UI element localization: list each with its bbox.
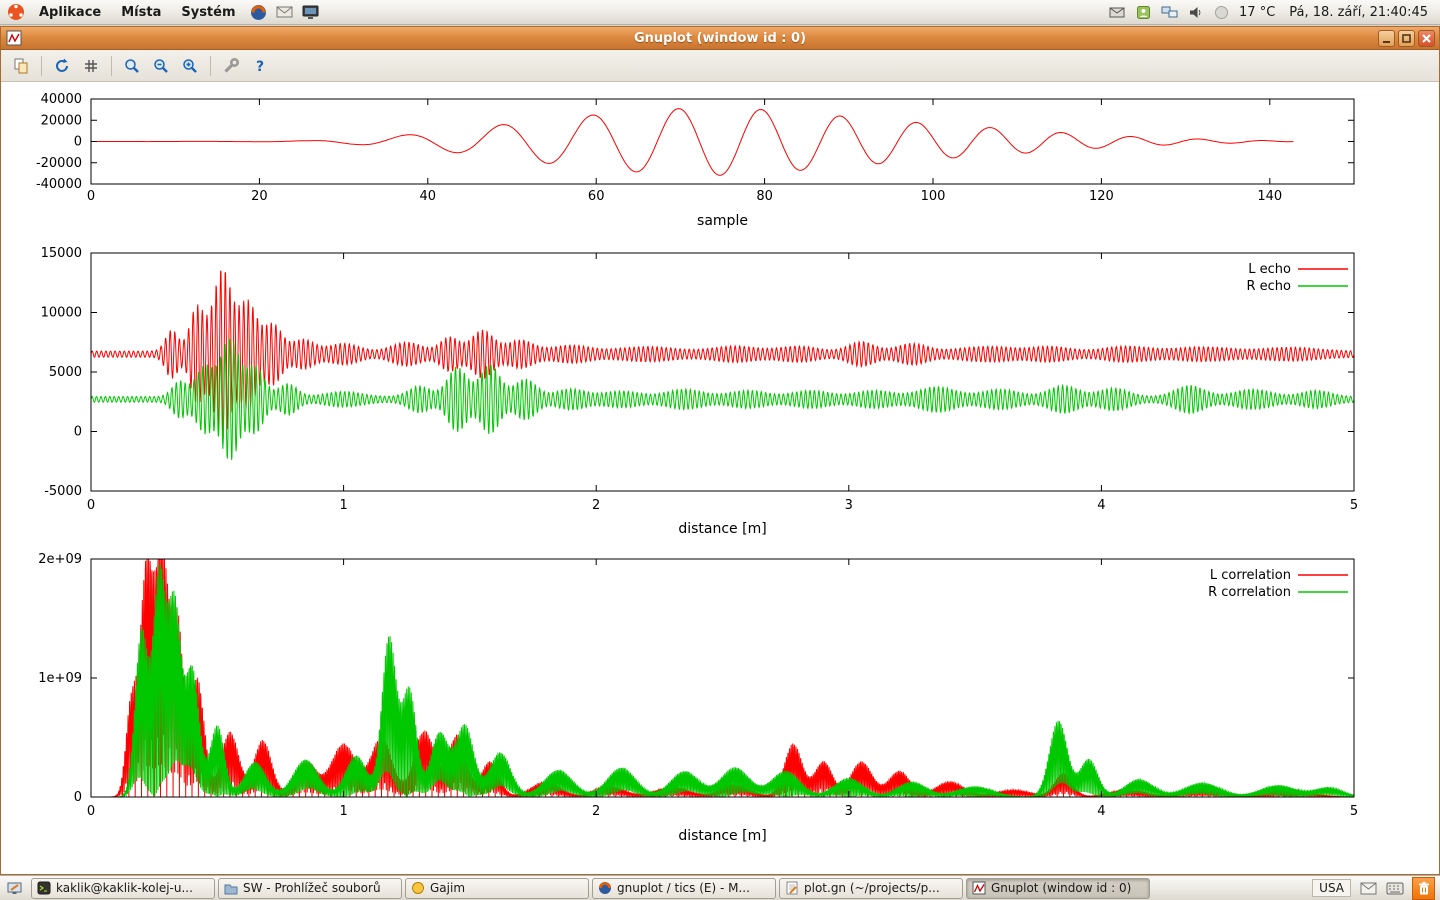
chart-signal[interactable]: 0 20 40 60 80 100 120 140 -40000 -20000 0 20000 4000… <box>1 90 1440 240</box>
toolbar-separator <box>41 56 42 76</box>
titlebar[interactable]: Gnuplot (window id : 0) <box>1 27 1439 50</box>
mail-notification-icon[interactable] <box>1107 2 1127 22</box>
svg-text:-20000: -20000 <box>36 156 82 171</box>
configure-button[interactable] <box>219 54 243 78</box>
toolbar-separator <box>210 56 211 76</box>
taskbar-item-label: kaklik@kaklik-kolej-u... <box>56 881 193 895</box>
taskbar-item-label: Gnuplot (window id : 0) <box>991 881 1131 895</box>
svg-text:4: 4 <box>1097 498 1105 513</box>
svg-text:2e+09: 2e+09 <box>38 552 82 567</box>
svg-text:140: 140 <box>1257 189 1282 204</box>
svg-text:0: 0 <box>87 498 95 513</box>
svg-text:15000: 15000 <box>41 246 82 261</box>
svg-text:0: 0 <box>87 804 95 819</box>
menu-applications[interactable]: Aplikace <box>32 3 108 22</box>
gnuplot-window-icon <box>6 30 22 50</box>
top-panel: Aplikace Místa Systém 17 °C Pá, 18. září… <box>0 0 1440 25</box>
show-desktop-button[interactable] <box>3 877 27 899</box>
svg-text:5000: 5000 <box>49 365 82 380</box>
taskbar-item-file-manager[interactable]: SW - Prohlížeč souborů <box>218 878 402 899</box>
svg-text:2: 2 <box>592 498 600 513</box>
svg-text:40000: 40000 <box>41 92 82 107</box>
weather-icon[interactable] <box>1211 2 1231 22</box>
svg-text:2: 2 <box>592 804 600 819</box>
svg-text:3: 3 <box>845 498 853 513</box>
copy-to-clipboard-button[interactable] <box>9 54 33 78</box>
network-icon[interactable] <box>1159 2 1179 22</box>
toolbar-separator <box>111 56 112 76</box>
plot-area: 020406080100120140-40000-200000200004000… <box>1 83 1439 874</box>
svg-text:20: 20 <box>251 189 268 204</box>
minimize-button[interactable] <box>1378 30 1395 47</box>
svg-text:distance [m]: distance [m] <box>678 828 766 844</box>
svg-text:0: 0 <box>74 790 82 805</box>
taskbar-item-label: SW - Prohlížeč souborů <box>243 881 381 895</box>
svg-text:distance [m]: distance [m] <box>678 521 766 537</box>
window-list: kaklik@kaklik-kolej-u... SW - Prohlížeč … <box>31 878 1150 899</box>
clock[interactable]: Pá, 18. září, 21:40:45 <box>1283 5 1434 20</box>
close-button[interactable] <box>1418 30 1435 47</box>
svg-text:1: 1 <box>339 804 347 819</box>
svg-text:5: 5 <box>1350 498 1358 513</box>
svg-text:120: 120 <box>1089 189 1114 204</box>
svg-text:1: 1 <box>339 498 347 513</box>
svg-text:60: 60 <box>588 189 605 204</box>
taskbar-item-gnuplot[interactable]: Gnuplot (window id : 0) <box>966 878 1150 899</box>
taskbar-item-text-editor[interactable]: plot.gn (~/projects/p... <box>779 878 963 899</box>
svg-text:R echo: R echo <box>1246 279 1291 294</box>
svg-text:R correlation: R correlation <box>1208 585 1291 600</box>
toggle-grid-button[interactable] <box>79 54 103 78</box>
menu-system[interactable]: Systém <box>174 3 242 22</box>
menu-places[interactable]: Místa <box>114 3 168 22</box>
svg-text:0: 0 <box>74 135 82 150</box>
taskbar-item-label: gnuplot / tics (E) - M... <box>617 881 750 895</box>
svg-text:0: 0 <box>87 189 95 204</box>
mail-launcher-icon[interactable] <box>275 2 295 22</box>
svg-text:5: 5 <box>1350 804 1358 819</box>
firefox-launcher-icon[interactable] <box>249 2 269 22</box>
replot-button[interactable] <box>50 54 74 78</box>
svg-text:-40000: -40000 <box>36 177 82 192</box>
zoom-in-button[interactable] <box>178 54 202 78</box>
svg-text:0: 0 <box>74 425 82 440</box>
taskbar-item-label: plot.gn (~/projects/p... <box>804 881 940 895</box>
taskbar-item-label: Gajim <box>430 881 465 895</box>
keyboard-tray-icon[interactable] <box>1385 878 1405 898</box>
maximize-button[interactable] <box>1398 30 1415 47</box>
svg-text:20000: 20000 <box>41 113 82 128</box>
svg-text:L echo: L echo <box>1248 262 1291 277</box>
gnuplot-window: Gnuplot (window id : 0) <box>0 26 1440 875</box>
help-button[interactable]: ? <box>248 54 272 78</box>
session-icon[interactable] <box>1133 2 1153 22</box>
svg-text:100: 100 <box>921 189 946 204</box>
svg-text:?: ? <box>256 59 264 75</box>
previous-zoom-button[interactable] <box>120 54 144 78</box>
mail-tray-icon[interactable] <box>1358 878 1378 898</box>
svg-text:-5000: -5000 <box>44 484 82 499</box>
window-title: Gnuplot (window id : 0) <box>634 31 806 46</box>
ubuntu-logo-icon[interactable] <box>6 2 26 22</box>
screenshot-launcher-icon[interactable] <box>301 2 321 22</box>
volume-icon[interactable] <box>1185 2 1205 22</box>
trash-applet[interactable] <box>1412 877 1435 900</box>
bottom-taskbar: kaklik@kaklik-kolej-u... SW - Prohlížeč … <box>0 875 1440 900</box>
taskbar-item-firefox[interactable]: gnuplot / tics (E) - M... <box>592 878 776 899</box>
zoom-out-button[interactable] <box>149 54 173 78</box>
svg-text:40: 40 <box>420 189 437 204</box>
svg-text:10000: 10000 <box>41 306 82 321</box>
svg-text:1e+09: 1e+09 <box>38 671 82 686</box>
svg-text:sample: sample <box>697 213 748 229</box>
taskbar-item-terminal[interactable]: kaklik@kaklik-kolej-u... <box>31 878 215 899</box>
temperature-indicator[interactable]: 17 °C <box>1237 5 1277 20</box>
chart-correlation[interactable]: 0 1 2 3 4 5 0 1e+09 2e+09 distance [m] L correlati… <box>1 551 1440 851</box>
svg-text:80: 80 <box>756 189 773 204</box>
toolbar: ? <box>1 50 1439 82</box>
svg-text:4: 4 <box>1097 804 1105 819</box>
keyboard-layout-indicator[interactable]: USA <box>1312 879 1351 897</box>
svg-text:L correlation: L correlation <box>1210 568 1291 583</box>
chart-echo[interactable]: 0 1 2 3 4 5 -5000 0 5000 10000 15000 distance [m] L … <box>1 245 1440 545</box>
svg-text:3: 3 <box>845 804 853 819</box>
taskbar-item-gajim[interactable]: Gajim <box>405 878 589 899</box>
